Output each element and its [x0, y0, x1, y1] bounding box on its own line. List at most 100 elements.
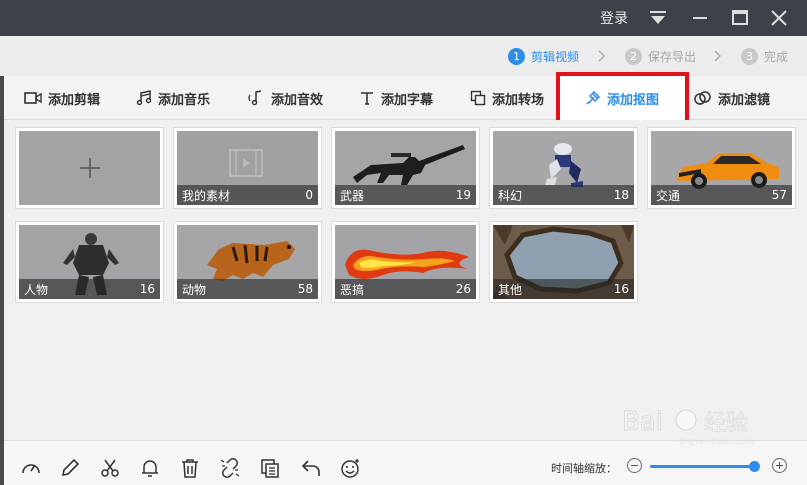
card-title: 我的素材: [182, 188, 231, 203]
card-title: 其他: [498, 282, 523, 297]
unlink-icon[interactable]: [219, 457, 241, 479]
card-count: 0: [305, 188, 313, 202]
card-thumbnail: 武器 19: [335, 131, 476, 205]
category-card-animal[interactable]: 动物 58: [173, 221, 322, 303]
tiger-image: [207, 241, 295, 281]
zoom-out-button[interactable]: [627, 458, 642, 473]
card-thumbnail: [19, 131, 160, 205]
music-icon: [136, 90, 152, 106]
baidu-watermark: Bai 经验 jingyan.baidu.com: [622, 407, 755, 447]
transition-icon: [470, 90, 486, 106]
card-count: 16: [139, 282, 155, 296]
card-thumbnail: 科幻 18: [493, 131, 634, 205]
tab-label: 添加剪辑: [48, 92, 101, 108]
zoom-slider[interactable]: [650, 461, 760, 472]
add-material-card[interactable]: [15, 127, 164, 209]
step-label: 完成: [764, 49, 789, 64]
card-caption: 交通 57: [651, 185, 792, 205]
zoom-label: 时间轴缩放：: [551, 462, 617, 475]
tab-add-clip[interactable]: 添加剪辑: [24, 76, 100, 120]
card-title: 人物: [24, 282, 49, 297]
card-thumbnail: 动物 58: [177, 225, 318, 299]
edit-icon[interactable]: [59, 457, 81, 479]
minimize-icon[interactable]: [690, 8, 710, 28]
tab-add-filter[interactable]: 添加滤镜: [694, 76, 770, 120]
tab-add-cutout[interactable]: 添加抠图: [560, 76, 684, 120]
maximize-icon[interactable]: [730, 8, 750, 28]
category-card-other[interactable]: 其他 16: [489, 221, 638, 303]
category-card-transport[interactable]: 交通 57: [647, 127, 796, 209]
card-caption: 恶搞 26: [335, 279, 476, 299]
step-label: 保存导出: [648, 49, 697, 64]
card-thumbnail: 恶搞 26: [335, 225, 476, 299]
category-card-weapon[interactable]: 武器 19: [331, 127, 480, 209]
step-number: 2: [625, 47, 642, 65]
category-card-my-material[interactable]: 我的素材 0: [173, 127, 322, 209]
text-icon: [361, 92, 373, 105]
card-title: 恶搞: [340, 282, 365, 297]
material-grid: 我的素材 0 武器 19 科幻 18 交通 57 人物 16 动物 58 恶搞 …: [4, 120, 807, 440]
tab-add-sound-effect[interactable]: 添加音效: [247, 76, 323, 120]
tab-label: 添加滤镜: [718, 92, 771, 108]
chevron-right-icon: [714, 50, 721, 62]
tab-label: 添加抠图: [606, 92, 659, 108]
steps-bar: 1 剪辑视频 2 保存导出 3 完成: [0, 36, 807, 76]
svg-text:jingyan.baidu.com: jingyan.baidu.com: [679, 437, 754, 446]
emoji-icon[interactable]: [339, 457, 361, 479]
delete-icon[interactable]: [179, 457, 201, 479]
cut-icon[interactable]: [99, 457, 121, 479]
bell-icon[interactable]: [139, 457, 161, 479]
zoom-slider-handle[interactable]: [748, 461, 760, 472]
card-title: 武器: [340, 188, 365, 203]
step-finish[interactable]: 3 完成: [741, 46, 788, 66]
zoom-in-button[interactable]: [772, 458, 787, 473]
card-caption: 动物 58: [177, 279, 318, 299]
tab-label: 添加转场: [492, 92, 545, 108]
card-thumbnail: 交通 57: [651, 131, 792, 205]
step-edit-video[interactable]: 1 剪辑视频: [508, 46, 579, 66]
category-card-character[interactable]: 人物 16: [15, 221, 164, 303]
film-icon: [229, 149, 263, 177]
card-title: 动物: [182, 282, 207, 297]
card-caption: 武器 19: [335, 185, 476, 205]
category-card-prank[interactable]: 恶搞 26: [331, 221, 480, 303]
dropdown-menu-icon[interactable]: [648, 8, 668, 28]
undo-icon[interactable]: [300, 457, 322, 479]
step-number: 1: [508, 47, 525, 65]
feature-tabs: 添加剪辑 添加音乐 添加音效 添加字幕 添加转场 添加抠图 添加滤镜: [4, 76, 807, 120]
app-window: 登录 1 剪辑视频 2 保存导出 3 完成 添加剪辑 添加音乐 添加音效 添加字…: [0, 0, 807, 485]
login-link[interactable]: 登录: [600, 8, 628, 28]
video-icon: [24, 92, 42, 104]
card-count: 18: [613, 188, 629, 202]
chevron-right-icon: [598, 50, 605, 62]
card-caption: 科幻 18: [493, 185, 634, 205]
tab-label: 添加字幕: [381, 92, 434, 108]
svg-text:经验: 经验: [704, 411, 748, 436]
card-count: 16: [613, 282, 629, 296]
card-caption: 我的素材 0: [177, 185, 318, 205]
speed-icon[interactable]: [20, 457, 42, 479]
step-save-export[interactable]: 2 保存导出: [625, 46, 696, 66]
category-card-scifi[interactable]: 科幻 18: [489, 127, 638, 209]
step-label: 剪辑视频: [531, 49, 580, 64]
card-thumbnail: 其他 16: [493, 225, 634, 299]
card-title: 科幻: [498, 188, 523, 203]
filter-icon: [694, 91, 711, 105]
card-count: 19: [455, 188, 471, 202]
card-thumbnail: 人物 16: [19, 225, 160, 299]
close-icon[interactable]: [769, 8, 789, 28]
card-caption: 其他 16: [493, 279, 634, 299]
tab-add-music[interactable]: 添加音乐: [136, 76, 210, 120]
step-number: 3: [741, 47, 758, 65]
tab-add-subtitle[interactable]: 添加字幕: [359, 76, 433, 120]
tab-label: 添加音效: [271, 92, 324, 108]
robot-image: [545, 143, 583, 187]
fire-image: [345, 249, 469, 279]
card-count: 58: [297, 282, 313, 296]
copy-icon[interactable]: [259, 457, 281, 479]
tab-label: 添加音乐: [158, 92, 211, 108]
sound-effect-icon: [248, 90, 262, 106]
title-bar: 登录: [0, 0, 807, 36]
card-count: 57: [771, 188, 787, 202]
tab-add-transition[interactable]: 添加转场: [470, 76, 544, 120]
